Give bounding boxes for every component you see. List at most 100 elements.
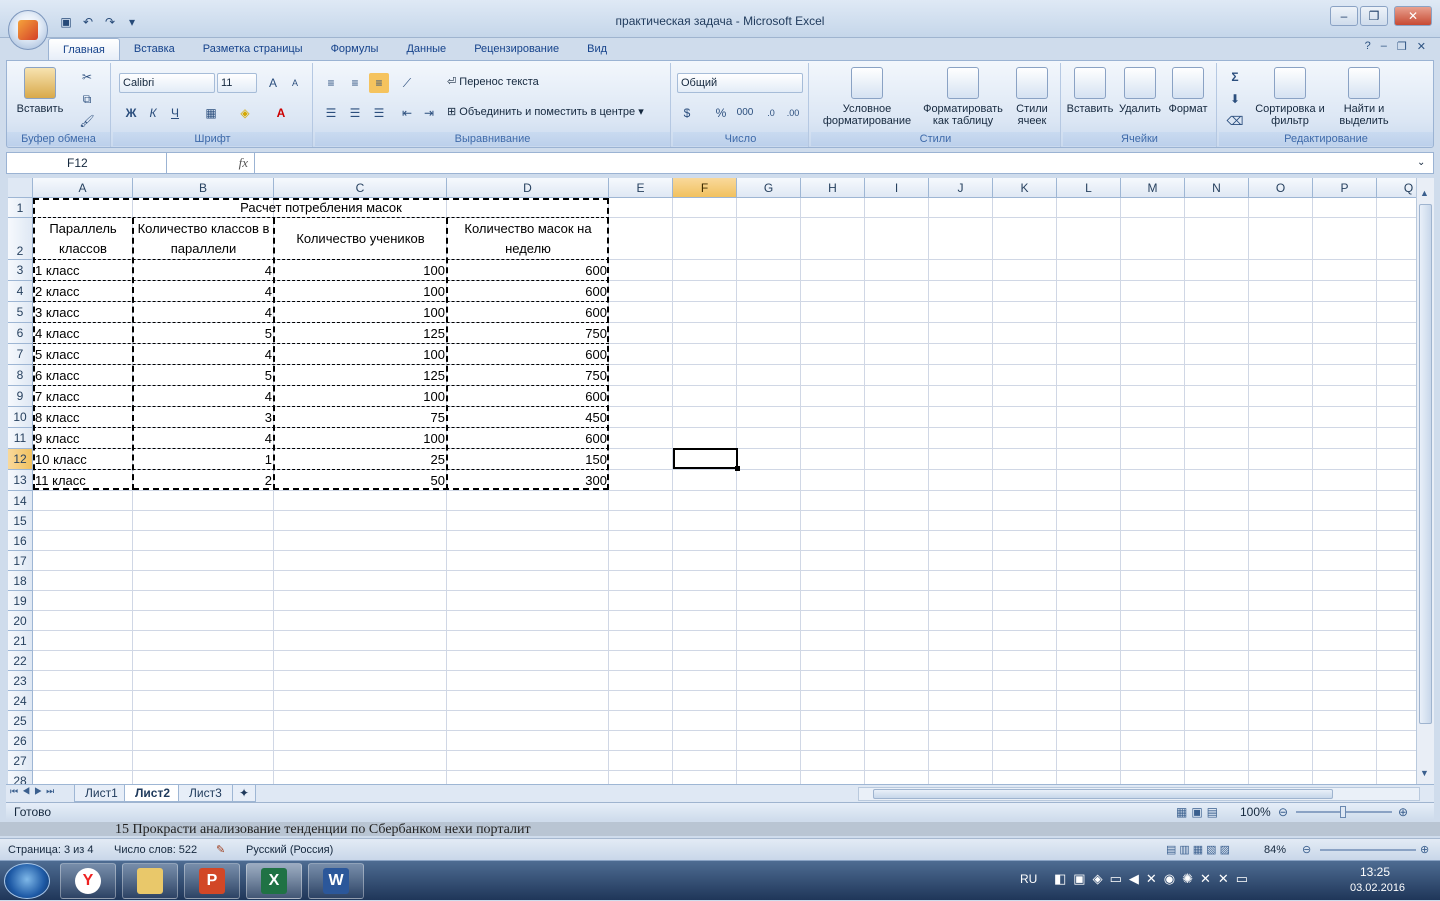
taskbar-excel[interactable]: X [246,863,302,899]
sheet-tab-list1[interactable]: Лист1 [74,785,129,802]
row-header-16[interactable]: 16 [8,531,33,551]
taskbar-word[interactable]: W [308,863,364,899]
row-header-3[interactable]: 3 [8,260,33,281]
column-header-C[interactable]: C [274,178,447,198]
word-zoom-in-icon[interactable]: ⊕ [1420,839,1429,861]
align-left-icon[interactable]: ☰ [321,103,341,123]
underline-button[interactable]: Ч [165,103,185,123]
tray-icons[interactable]: ◧▣◈▭◀✕◉✺✕✕▭ [1054,871,1255,887]
column-header-A[interactable]: A [33,178,133,198]
word-view-icons[interactable]: ▤▥▦▧▨ [1166,839,1233,861]
clear-icon[interactable]: ⌫ [1225,111,1245,131]
shrink-font-icon[interactable]: A [285,73,305,93]
font-color-icon[interactable]: A [271,103,291,123]
row-header-19[interactable]: 19 [8,591,33,611]
row-header-27[interactable]: 27 [8,751,33,771]
view-mode-icons[interactable]: ▦▣▤ [1176,803,1222,821]
grow-font-icon[interactable]: A [263,73,283,93]
row-header-25[interactable]: 25 [8,711,33,731]
tab-view[interactable]: Вид [573,38,621,60]
wrap-text-button[interactable]: ⏎ Перенос текста [447,75,539,88]
row-header-13[interactable]: 13 [8,470,33,491]
horizontal-scrollbar[interactable] [858,787,1420,801]
word-zoom-level[interactable]: 84% [1264,839,1286,861]
row-header-17[interactable]: 17 [8,551,33,571]
align-right-icon[interactable]: ☰ [369,103,389,123]
insert-sheet-icon[interactable]: ✦ [232,785,257,802]
orientation-icon[interactable]: ⟋ [397,73,417,93]
format-cells-button[interactable]: Формат [1165,67,1211,115]
workbook-restore-icon[interactable]: ❐ [1397,40,1407,53]
spellcheck-icon[interactable]: ✎ [216,839,225,861]
workbook-close-icon[interactable]: ✕ [1417,40,1426,53]
align-middle-icon[interactable]: ≡ [345,73,365,93]
sheet-tab-list2[interactable]: Лист2 [124,785,182,802]
decrease-indent-icon[interactable]: ⇤ [397,103,417,123]
active-cell-cursor[interactable] [673,448,740,471]
sheet-nav-icons[interactable]: ⏮◀▶⏭ [10,786,58,797]
column-header-L[interactable]: L [1057,178,1121,198]
word-language[interactable]: Русский (Россия) [246,839,333,861]
clock-time[interactable]: 13:25 [1360,865,1390,879]
scroll-up-icon[interactable]: ▲ [1420,188,1429,198]
maximize-button[interactable]: ❐ [1360,6,1388,26]
tab-formulas[interactable]: Формулы [317,38,393,60]
delete-cells-button[interactable]: Удалить [1117,67,1163,115]
autosum-icon[interactable]: Σ [1225,67,1245,87]
minimize-button[interactable]: – [1330,6,1358,26]
row-header-8[interactable]: 8 [8,365,33,386]
office-button[interactable] [8,10,48,50]
row-header-21[interactable]: 21 [8,631,33,651]
vertical-scroll-thumb[interactable] [1419,204,1432,724]
worksheet-grid[interactable]: ABCDEFGHIJKLMNOPQ 1 2 3 4 5 6 7 8 9 10 11 12 13 14 15 1… [8,178,1416,784]
number-format-select[interactable]: Общий [677,73,803,93]
column-header-I[interactable]: I [865,178,929,198]
column-header-Q[interactable]: Q [1377,178,1416,198]
conditional-format-button[interactable]: Условное форматирование [815,67,919,127]
font-size-select[interactable]: 11 [217,73,257,93]
column-header-N[interactable]: N [1185,178,1249,198]
keyboard-language[interactable]: RU [1020,872,1037,886]
column-header-D[interactable]: D [447,178,609,198]
row-header-2[interactable]: 2 [8,218,33,260]
insert-function-icon[interactable]: fx [175,153,255,173]
workbook-minimize-icon[interactable]: – [1381,40,1387,53]
column-header-H[interactable]: H [801,178,865,198]
row-header-28[interactable]: 28 [8,771,33,784]
align-bottom-icon[interactable]: ≡ [369,73,389,93]
insert-cells-button[interactable]: Вставить [1065,67,1115,115]
taskbar-yandex-browser[interactable]: Y [60,863,116,899]
row-header-18[interactable]: 18 [8,571,33,591]
start-button[interactable] [4,863,50,899]
tab-review[interactable]: Рецензирование [460,38,573,60]
font-name-select[interactable]: Calibri [119,73,215,93]
clock-date[interactable]: 03.02.2016 [1350,882,1405,894]
row-header-9[interactable]: 9 [8,386,33,407]
tab-data[interactable]: Данные [392,38,460,60]
tab-home[interactable]: Главная [48,38,120,60]
fill-color-icon[interactable]: ◈ [235,103,255,123]
sort-filter-button[interactable]: Сортировка и фильтр [1255,67,1325,127]
horizontal-scroll-thumb[interactable] [873,789,1333,799]
select-all-corner[interactable] [8,178,33,198]
row-header-24[interactable]: 24 [8,691,33,711]
column-header-B[interactable]: B [133,178,274,198]
zoom-in-icon[interactable]: ⊕ [1398,803,1408,821]
column-header-J[interactable]: J [929,178,993,198]
row-header-1[interactable]: 1 [8,198,33,218]
italic-button[interactable]: К [143,103,163,123]
increase-indent-icon[interactable]: ⇥ [419,103,439,123]
row-header-4[interactable]: 4 [8,281,33,302]
vertical-scrollbar[interactable]: ▲ ▼ [1416,178,1434,784]
align-top-icon[interactable]: ≡ [321,73,341,93]
column-header-K[interactable]: K [993,178,1057,198]
row-header-20[interactable]: 20 [8,611,33,631]
sheet-tab-list3[interactable]: Лист3 [178,785,233,802]
scroll-down-icon[interactable]: ▼ [1420,768,1429,778]
bold-button[interactable]: Ж [121,103,141,123]
word-zoom-slider[interactable] [1320,849,1416,851]
expand-formula-icon[interactable]: ⌄ [1417,153,1431,173]
copy-icon[interactable]: ⧉ [77,89,97,109]
word-zoom-out-icon[interactable]: ⊖ [1302,839,1311,861]
row-header-23[interactable]: 23 [8,671,33,691]
